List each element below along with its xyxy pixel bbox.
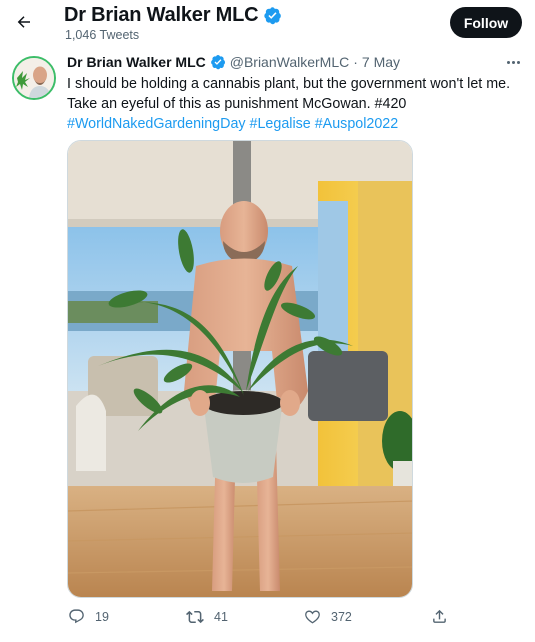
- like-button[interactable]: 372: [304, 608, 352, 625]
- photo-image: [68, 141, 412, 597]
- tweet-author-name[interactable]: Dr Brian Walker MLC: [67, 54, 206, 70]
- tweet-header: Dr Brian Walker MLC @BrianWalkerMLC · 7 …: [67, 54, 400, 70]
- back-button[interactable]: [10, 8, 38, 36]
- retweet-count: 41: [214, 610, 228, 624]
- tweet-text-body: I should be holding a cannabis plant, bu…: [67, 76, 511, 112]
- reply-count: 19: [95, 609, 109, 624]
- verified-badge-icon: [210, 55, 225, 70]
- share-button[interactable]: [431, 608, 448, 625]
- tweet-date[interactable]: 7 May: [362, 54, 400, 70]
- like-count: 372: [331, 609, 352, 624]
- hashtag-link[interactable]: #Legalise: [250, 116, 311, 132]
- retweet-button[interactable]: 41: [186, 608, 228, 626]
- back-arrow-icon: [17, 16, 30, 28]
- reply-button[interactable]: 19: [68, 608, 109, 625]
- avatar-image: [14, 58, 54, 98]
- profile-header: Dr Brian Walker MLC 1,046 Tweets Follow: [0, 0, 535, 46]
- verified-badge-icon: [264, 7, 282, 25]
- more-button[interactable]: [502, 53, 524, 71]
- share-icon: [433, 609, 446, 623]
- like-icon: [305, 610, 320, 624]
- tweet-separator: ·: [353, 54, 358, 70]
- follow-button[interactable]: Follow: [450, 7, 522, 38]
- reply-icon: [69, 609, 84, 624]
- tweet-actions: 19 41 372: [0, 608, 535, 634]
- hashtag-link[interactable]: #WorldNakedGardeningDay: [67, 116, 246, 132]
- tweet-handle[interactable]: @BrianWalkerMLC: [230, 54, 350, 70]
- avatar[interactable]: [12, 56, 56, 100]
- tweet-text: I should be holding a cannabis plant, bu…: [67, 74, 527, 134]
- header-display-name: Dr Brian Walker MLC: [64, 4, 259, 26]
- more-icon: [506, 60, 520, 64]
- header-title-row: Dr Brian Walker MLC: [64, 4, 282, 27]
- hashtag-link[interactable]: #Auspol2022: [315, 116, 398, 132]
- tweet-photo[interactable]: [67, 140, 413, 598]
- retweet-icon: [186, 610, 204, 624]
- tweet-count: 1,046 Tweets: [65, 28, 140, 42]
